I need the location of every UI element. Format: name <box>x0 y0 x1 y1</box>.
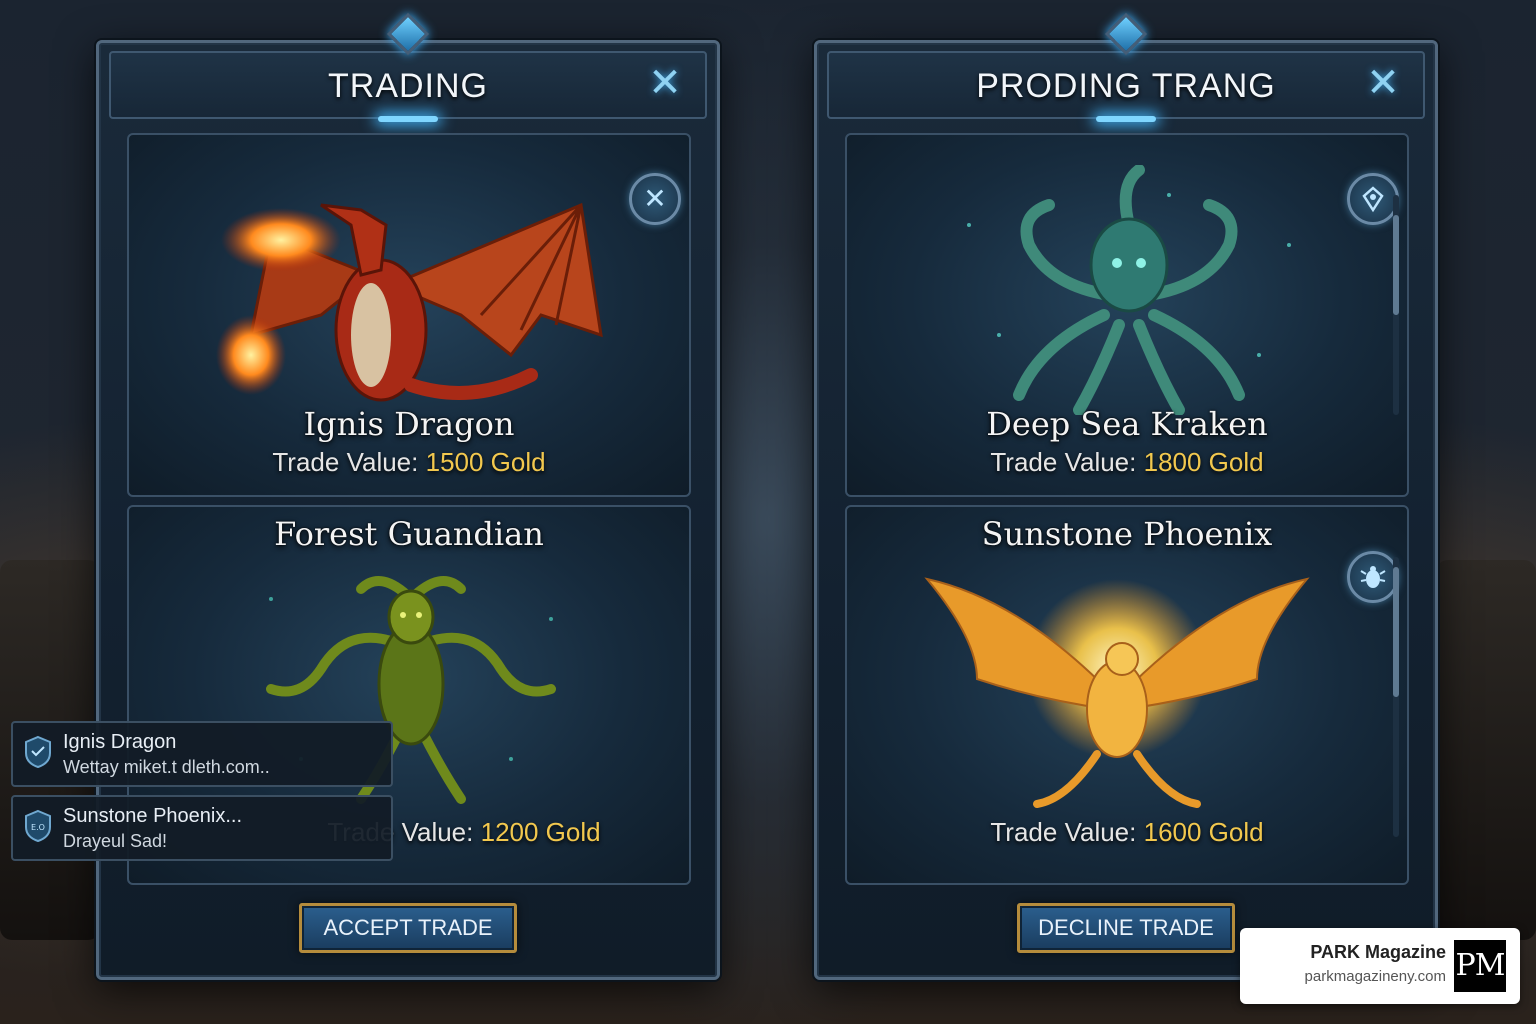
panel-header: PRODING TRANG ✕ <box>827 12 1425 122</box>
beetle-icon <box>1360 566 1386 588</box>
scrollbar-track[interactable] <box>1393 557 1399 837</box>
emblem-badge-icon[interactable] <box>1347 173 1399 225</box>
close-button[interactable]: ✕ <box>1361 61 1405 105</box>
trade-value-amount: 1500 Gold <box>425 447 546 477</box>
notification-subtitle: Wettay miket.t dleth.com.. <box>63 757 270 777</box>
dragon-illustration <box>216 202 603 402</box>
panel-title: TRADING <box>328 67 488 105</box>
header-glow <box>378 116 438 122</box>
trade-value-line: Trade Value: 1600 Gold <box>847 817 1407 848</box>
background-rock-right <box>1436 560 1536 940</box>
header-gem-icon <box>386 12 430 56</box>
watermark-badge: PARK Magazine parkmagazineny.com PM <box>1240 928 1520 1004</box>
trade-value-label: Trade Value: <box>990 817 1137 847</box>
creature-name: Forest Guandian <box>274 515 544 553</box>
beetle-badge-icon[interactable] <box>1347 551 1399 603</box>
creature-name: Ignis Dragon <box>303 405 515 443</box>
scrollbar-track[interactable] <box>1393 195 1399 415</box>
trade-value-label: Trade Value: <box>990 447 1137 477</box>
shield-icon: E.O <box>25 809 51 843</box>
notification-subtitle: Drayeul Sad! <box>63 831 168 851</box>
watermark-logo: PM <box>1454 940 1506 992</box>
kraken-illustration <box>967 165 1291 415</box>
accept-trade-button[interactable]: ACCEPT TRADE <box>299 903 517 953</box>
watermark-url: parkmagazineny.com <box>1304 968 1446 985</box>
trade-value-label: Trade Value: <box>272 447 419 477</box>
panel-header: TRADING ✕ <box>109 12 707 122</box>
trade-value-line: Trade Value: 1500 Gold <box>129 447 689 478</box>
notification-toast[interactable]: Ignis Dragon Wettay miket.t dleth.com.. <box>11 721 393 787</box>
creature-card-deep-sea-kraken[interactable]: Deep Sea Kraken Trade Value: 1800 Gold <box>845 133 1409 497</box>
crossed-swords-badge-icon[interactable]: ✕ <box>629 173 681 225</box>
trade-value-amount: 1200 Gold <box>480 817 601 847</box>
watermark-name: PARK Magazine <box>1310 942 1446 962</box>
phoenix-illustration <box>924 577 1310 808</box>
decline-trade-button[interactable]: DECLINE TRADE <box>1017 903 1235 953</box>
creature-card-ignis-dragon[interactable]: ✕ Ignis Dragon Trade Value: 1500 Gold <box>127 133 691 497</box>
scrollbar-thumb[interactable] <box>1393 567 1399 697</box>
emblem-icon <box>1362 186 1384 213</box>
trade-value-amount: 1600 Gold <box>1143 817 1264 847</box>
shield-icon-text: E.O <box>31 823 45 832</box>
trade-value-amount: 1800 Gold <box>1143 447 1264 477</box>
notification-title: Ignis Dragon <box>63 731 177 753</box>
trade-value-line: Trade Value: 1800 Gold <box>847 447 1407 478</box>
notification-toast[interactable]: E.O Sunstone Phoenix... Drayeul Sad! <box>11 795 393 861</box>
scrollbar-thumb[interactable] <box>1393 215 1399 315</box>
close-button[interactable]: ✕ <box>643 61 687 105</box>
notification-title: Sunstone Phoenix... <box>63 805 243 827</box>
header-gem-icon <box>1104 12 1148 56</box>
creature-name: Sunstone Phoenix <box>981 515 1273 553</box>
creature-card-sunstone-phoenix[interactable]: Sunstone Phoenix Trade Value: 1600 Gold <box>845 505 1409 885</box>
creature-name: Deep Sea Kraken <box>986 405 1268 443</box>
header-glow <box>1096 116 1156 122</box>
shield-icon <box>25 735 51 769</box>
trading-panel-right: PRODING TRANG ✕ Deep Sea Kraken Trade Va… <box>814 12 1438 980</box>
panel-title: PRODING TRANG <box>976 67 1276 105</box>
